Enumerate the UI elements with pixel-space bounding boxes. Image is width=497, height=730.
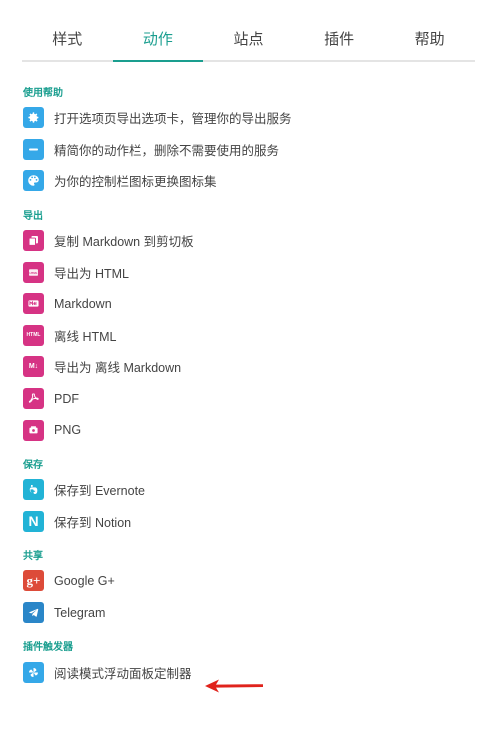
action-label: 打开选项页导出选项卡，管理你的导出服务 xyxy=(54,112,292,127)
tab-sites[interactable]: 站点 xyxy=(203,24,294,60)
action-label: 保存到 Evernote xyxy=(54,484,146,499)
pinwheel-icon xyxy=(23,661,44,683)
action-save-evernote[interactable]: 保存到 Evernote xyxy=(23,474,475,506)
action-label: Telegram xyxy=(54,605,106,620)
action-export-html[interactable]: HTML 导出为 HTML xyxy=(23,256,475,288)
action-label: Google G+ xyxy=(54,573,115,588)
action-label: PNG xyxy=(54,423,82,438)
notion-icon: N xyxy=(23,510,44,532)
markdown-icon xyxy=(23,293,44,315)
action-export-offline-markdown[interactable]: M↓ 导出为 离线 Markdown xyxy=(23,351,475,383)
evernote-icon xyxy=(23,479,44,501)
google-plus-icon: g+ xyxy=(23,570,44,592)
action-offline-html[interactable]: HTML 离线 HTML xyxy=(23,320,475,352)
gear-icon xyxy=(23,107,44,129)
action-label: Markdown xyxy=(54,296,112,311)
section-title-share: 共享 xyxy=(23,551,43,563)
pdf-icon xyxy=(23,388,44,410)
tab-bar: 样式 动作 站点 插件 帮助 xyxy=(22,24,475,62)
action-label: 阅读模式浮动面板定制器 xyxy=(54,666,192,681)
action-label: 导出为 HTML xyxy=(54,266,130,281)
action-label: 离线 HTML xyxy=(54,329,117,344)
action-simplify-toolbar[interactable]: 精简你的动作栏，删除不需要使用的服务 xyxy=(23,134,475,166)
section-title-help: 使用帮助 xyxy=(23,88,63,99)
copy-icon xyxy=(23,230,44,252)
action-share-telegram[interactable]: Telegram xyxy=(23,597,475,629)
action-save-notion[interactable]: N 保存到 Notion xyxy=(23,506,475,538)
action-copy-markdown[interactable]: 复制 Markdown 到剪切板 xyxy=(23,225,475,257)
telegram-icon xyxy=(23,602,44,624)
markdown-download-icon: M↓ xyxy=(23,356,44,378)
action-pdf[interactable]: PDF xyxy=(23,383,475,415)
action-label: 保存到 Notion xyxy=(54,515,132,530)
action-label: 导出为 离线 Markdown xyxy=(54,361,182,376)
actions-panel: 使用帮助 打开选项页导出选项卡，管理你的导出服务 精简你的动作栏，删除不需要使用… xyxy=(23,86,475,688)
action-markdown[interactable]: Markdown xyxy=(23,288,475,320)
section-title-save: 保存 xyxy=(23,459,43,471)
section-title-plugin: 插件触发器 xyxy=(23,642,73,654)
red-arrow-annotation xyxy=(205,679,263,693)
palette-icon xyxy=(23,170,44,192)
action-change-iconset[interactable]: 为你的控制栏图标更换图标集 xyxy=(23,165,475,197)
action-open-options[interactable]: 打开选项页导出选项卡，管理你的导出服务 xyxy=(23,102,475,134)
action-label: 精简你的动作栏，删除不需要使用的服务 xyxy=(54,143,280,158)
minus-icon xyxy=(23,138,44,160)
action-label: 复制 Markdown 到剪切板 xyxy=(54,235,194,250)
svg-text:HTML: HTML xyxy=(29,270,37,274)
action-label: 为你的控制栏图标更换图标集 xyxy=(54,175,217,190)
image-icon xyxy=(23,419,44,441)
tab-plugins[interactable]: 插件 xyxy=(294,24,385,60)
tab-help[interactable]: 帮助 xyxy=(384,24,475,60)
section-title-export: 导出 xyxy=(23,210,43,222)
tab-actions[interactable]: 动作 xyxy=(112,24,204,62)
tab-style[interactable]: 样式 xyxy=(22,24,113,60)
html-file-icon: HTML xyxy=(23,261,44,283)
action-png[interactable]: PNG xyxy=(23,414,475,446)
action-share-google-plus[interactable]: g+ Google G+ xyxy=(23,565,475,597)
offline-html-icon: HTML xyxy=(23,324,44,346)
action-label: PDF xyxy=(54,391,79,406)
